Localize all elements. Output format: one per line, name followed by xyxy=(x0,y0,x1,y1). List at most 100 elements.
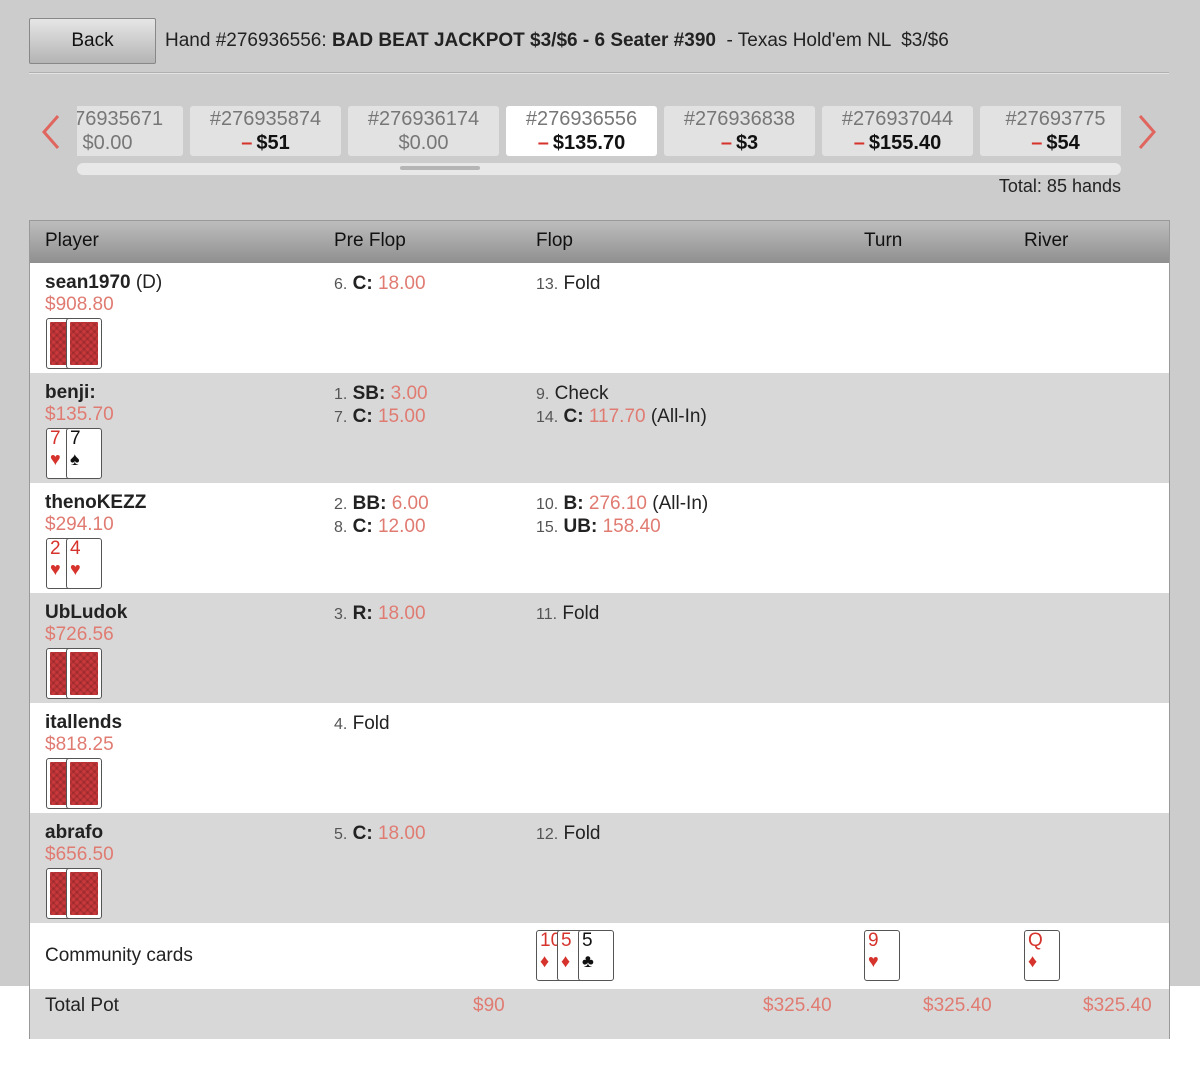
total-hands: Total: 85 hands xyxy=(998,176,1121,196)
player-name: abrafo xyxy=(45,822,103,844)
community-cards-row: Community cards 10 ♦ 5 ♦ 5 ♣ 9 ♥ Q ♦ xyxy=(30,923,1169,989)
hand-tile-value: $135.70 xyxy=(552,132,626,154)
action-number: 9. xyxy=(536,386,550,403)
action-number: 5. xyxy=(334,826,348,843)
action-entry: 2. BB: 6.00 xyxy=(334,492,429,516)
total-pot-row: Total Pot $90 $325.40 $325.40 $325.40 xyxy=(30,989,1169,1039)
hand-tile[interactable]: #276936838– $3 xyxy=(664,106,815,156)
hand-carousel[interactable]: #276935671$0.00#276935874–$51#276936174$… xyxy=(77,106,1121,156)
player-name: UbLudok xyxy=(45,602,127,624)
action-number: 2. xyxy=(334,496,348,513)
card-back-pattern xyxy=(70,872,98,915)
action-amount: 3.00 xyxy=(390,383,428,404)
hole-cards xyxy=(46,868,104,920)
hole-cards xyxy=(46,648,104,700)
action-note: Fold xyxy=(563,273,601,294)
hand-tile-amount: – $51 xyxy=(190,131,341,155)
hand-tile[interactable]: #276935874– $51 xyxy=(190,106,341,156)
action-entry: 11. Fold xyxy=(536,602,599,626)
pot-river: $325.40 xyxy=(1083,995,1152,1016)
action-number: 11. xyxy=(536,606,558,623)
card-rank: 7 xyxy=(70,428,81,449)
playing-card: 5 ♣ xyxy=(578,930,614,981)
prev-hands-arrow[interactable] xyxy=(38,112,68,152)
hand-tile-minus: – xyxy=(537,132,549,154)
player-row: benji: $135.70 7 ♥ 7 ♠ 1. SB: 3.00 7. C: 15.00 9… xyxy=(30,373,1169,483)
card-suit-icon: ♥ xyxy=(50,449,61,469)
player-stack: $135.70 xyxy=(45,404,114,425)
action-entry: 9. Check xyxy=(536,382,608,406)
hand-tile[interactable]: #276937044– $155.40 xyxy=(822,106,973,156)
card-rank: 7 xyxy=(50,428,61,449)
card-back-pattern xyxy=(70,322,98,365)
card-back xyxy=(66,758,102,809)
hand-tile[interactable]: #276936556– $135.70 xyxy=(506,106,657,156)
header-divider xyxy=(29,72,1169,74)
action-number: 6. xyxy=(334,276,348,293)
action-amount: 18.00 xyxy=(377,273,426,294)
carousel-scrollbar[interactable] xyxy=(77,163,1121,175)
hand-tile-id: #276936838 xyxy=(683,108,796,130)
action-entry: 8. C: 12.00 xyxy=(334,515,426,539)
hand-tile-id: #276936556 xyxy=(525,108,638,130)
player-stack: $908.80 xyxy=(45,294,114,315)
community-cards-label: Community cards xyxy=(45,945,193,966)
hand-history-table: Player Pre Flop Flop Turn River sean1970… xyxy=(29,220,1170,1039)
playing-card: 9 ♥ xyxy=(864,930,900,981)
action-note: Fold xyxy=(563,823,601,844)
player-row: abrafo $656.50 5. C: 18.00 12. Fold xyxy=(30,813,1169,923)
action-amount: 6.00 xyxy=(391,493,429,514)
action-note: (All-In) xyxy=(647,493,709,514)
hand-tile-id: #276935874 xyxy=(209,108,322,130)
action-entry: 6. C: 18.00 xyxy=(334,272,426,296)
action-type: B: xyxy=(563,493,584,514)
pot-preflop: $90 xyxy=(473,995,505,1016)
back-button[interactable]: Back xyxy=(29,18,156,64)
action-number: 12. xyxy=(536,826,559,843)
player-name-text: sean1970 xyxy=(45,272,131,293)
hand-title-table: BAD BEAT JACKPOT $3/$6 - 6 Seater #390 xyxy=(331,30,716,51)
action-amount: 117.70 xyxy=(588,406,646,427)
hand-tile-value: $0.00 xyxy=(82,132,133,154)
action-type: SB: xyxy=(352,383,386,404)
card-suit-icon: ♥ xyxy=(50,559,61,579)
action-note: Check xyxy=(554,383,609,404)
hand-tile[interactable]: #276935671$0.00 xyxy=(77,106,183,156)
hand-tile-amount: – $3 xyxy=(664,131,815,155)
player-name-text: thenoKEZZ xyxy=(45,492,147,513)
action-type: C: xyxy=(352,516,373,537)
action-type: C: xyxy=(352,823,373,844)
action-type: UB: xyxy=(563,516,598,537)
action-amount: 18.00 xyxy=(377,603,426,624)
card-suit-icon: ♣ xyxy=(582,951,594,971)
hand-tile[interactable]: #27693775– $54 xyxy=(980,106,1121,156)
next-hands-arrow[interactable] xyxy=(1132,112,1162,152)
hand-tile-amount: $0.00 xyxy=(348,131,499,155)
card-suit-icon: ♥ xyxy=(70,559,81,579)
player-name-text: itallends xyxy=(45,712,123,733)
hand-tile-id: #276936174 xyxy=(367,108,480,130)
carousel-scroll-thumb[interactable] xyxy=(400,166,480,170)
card-suit-icon: ♥ xyxy=(868,951,879,971)
hand-tile[interactable]: #276936174 $0.00 xyxy=(348,106,499,156)
hand-tile-id: #276937044 xyxy=(841,108,954,130)
hand-tile-amount: – $155.40 xyxy=(822,131,973,155)
action-number: 15. xyxy=(536,519,559,536)
chevron-left-icon xyxy=(42,115,60,149)
action-entry: 10. B: 276.10 (All-In) xyxy=(536,492,708,516)
card-suit-icon: ♦ xyxy=(561,951,571,971)
action-type: C: xyxy=(352,273,373,294)
player-name: benji: xyxy=(45,382,96,404)
card-back-pattern xyxy=(70,652,98,695)
player-name: sean1970 (D) xyxy=(45,272,162,294)
player-row: UbLudok $726.56 3. R: 18.00 11. Fold xyxy=(30,593,1169,703)
action-type: R: xyxy=(352,603,373,624)
action-type: C: xyxy=(563,406,584,427)
action-note: Fold xyxy=(562,603,600,624)
hand-tile-value: $3 xyxy=(735,132,759,154)
col-flop: Flop xyxy=(536,230,573,251)
col-player: Player xyxy=(45,230,99,251)
action-amount: 158.40 xyxy=(602,516,661,537)
card-rank: 5 xyxy=(582,930,593,951)
hole-cards: 7 ♥ 7 ♠ xyxy=(46,428,104,480)
